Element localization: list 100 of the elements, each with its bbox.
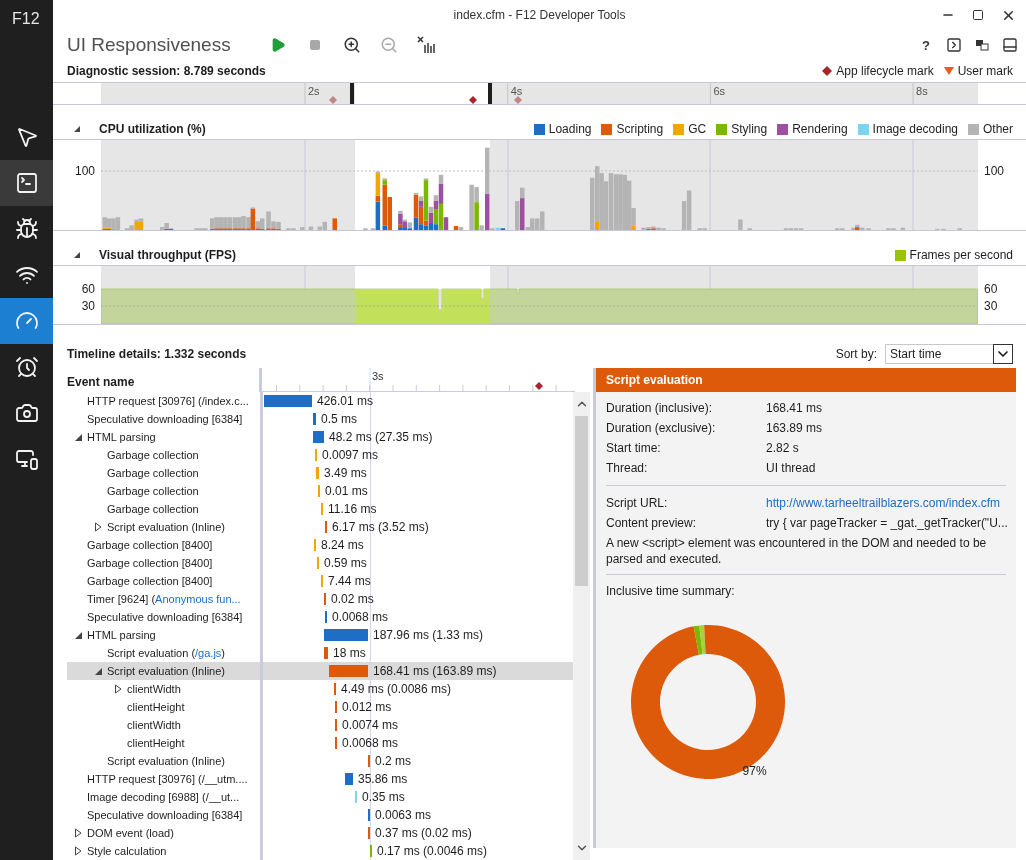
script-link[interactable]: http://www.tarheeltrailblazers.com/index.cfm — [766, 496, 1006, 510]
duration-bar — [313, 431, 324, 443]
duration-bar — [329, 665, 368, 677]
event-name: Script evaluation (/ga.js) — [107, 647, 225, 659]
duration-label: 0.2 ms — [375, 754, 411, 768]
event-name: clientWidth — [127, 719, 181, 731]
cpu-bar — [300, 227, 305, 230]
legend-label: Styling — [731, 122, 768, 136]
panel-icon — [1002, 37, 1018, 53]
event-link[interactable]: /ga.js — [195, 647, 222, 659]
event-name: Script evaluation (Inline) — [107, 665, 225, 677]
details-title: Script evaluation — [596, 368, 1016, 392]
slice-label: 97% — [742, 763, 767, 778]
duration-label: 0.59 ms — [324, 556, 367, 570]
cpu-bar — [332, 218, 337, 230]
duration-label: 168.41 ms (163.89 ms) — [373, 664, 497, 678]
expander-icon[interactable] — [113, 684, 123, 694]
field-label: Thread: — [606, 461, 649, 475]
legend-label: Scripting — [616, 122, 664, 136]
duration-bar — [324, 647, 328, 659]
expander-icon[interactable] — [73, 828, 83, 838]
event-link[interactable]: Anonymous fun... — [155, 593, 241, 605]
duration-label: 0.0074 ms — [342, 718, 399, 732]
event-name: Garbage collection — [107, 503, 199, 515]
duration-bar — [264, 395, 312, 407]
duration-label: 0.01 ms — [325, 484, 368, 498]
maximize-icon — [972, 9, 984, 21]
event-name: Script evaluation (Inline) — [107, 521, 225, 533]
description-text: A new <script> element was encountered in the DOM and needed to be parsed and executed. — [606, 535, 988, 567]
event-row[interactable]: Script evaluation (Inline) 168.41 ms (163.89 ms) — [67, 662, 573, 680]
legend-label: Loading — [548, 122, 592, 136]
expander-icon[interactable] — [73, 630, 83, 640]
event-name: clientHeight — [127, 701, 185, 713]
legend-label: Other — [983, 122, 1013, 136]
event-name: Style calculation — [87, 845, 167, 857]
windows-icon — [975, 39, 989, 51]
event-name: HTML parsing — [87, 629, 156, 641]
expander-icon[interactable] — [73, 846, 83, 856]
session-label: Diagnostic session: 8.789 seconds — [67, 64, 266, 78]
alarm-clock-icon — [14, 355, 39, 379]
duration-label: 0.5 ms — [321, 412, 357, 426]
zoom-out-icon — [380, 36, 398, 54]
field-label: Script URL: — [606, 496, 669, 510]
session-ruler[interactable]: 2s 4s 6s 8s — [101, 83, 978, 104]
collapse-icon[interactable] — [73, 125, 81, 133]
event-name: HTML parsing — [87, 431, 156, 443]
stop-icon — [309, 39, 321, 51]
legend-label: User mark — [957, 64, 1013, 78]
legend-label: Rendering — [792, 122, 848, 136]
summary-label: Inclusive time summary: — [606, 584, 736, 598]
window-title: index.cfm - F12 Developer Tools — [453, 8, 626, 22]
field-value: 168.41 ms — [766, 401, 824, 415]
expander-icon[interactable] — [93, 666, 103, 676]
terminal-icon — [14, 171, 39, 195]
sort-select[interactable]: Start time — [885, 344, 1013, 364]
event-name: Image decoding [6988] (/__ut... — [87, 791, 240, 803]
monitor-phone-icon — [14, 447, 39, 471]
sidebar-tab[interactable] — [0, 160, 53, 206]
duration-label: 0.02 ms — [331, 592, 374, 606]
field-value: try { var pageTracker = _gat._getTracker("U... — [766, 516, 1008, 530]
expander-icon[interactable] — [93, 522, 103, 532]
duration-label: 0.0068 ms — [332, 610, 389, 624]
duration-label: 0.012 ms — [342, 700, 392, 714]
field-value: 2.82 s — [766, 441, 800, 455]
duration-label: 48.2 ms (27.35 ms) — [329, 430, 433, 444]
bar-chart-x-icon — [417, 36, 435, 54]
scrollbar[interactable] — [573, 392, 590, 860]
duration-label: 11.16 ms — [328, 502, 377, 516]
event-name: Garbage collection [8400] — [87, 557, 213, 569]
duration-label: 187.96 ms (1.33 ms) — [373, 628, 484, 642]
legend-label: GC — [688, 122, 707, 136]
legend-label: App lifecycle mark — [836, 64, 934, 78]
axis-label: 60 — [984, 282, 998, 296]
axis-label: 30 — [984, 299, 998, 313]
event-name: Script evaluation (Inline) — [107, 755, 225, 767]
legend-label: Frames per second — [909, 248, 1013, 262]
duration-label: 18 ms — [333, 646, 366, 660]
console-icon — [946, 37, 962, 53]
duration-label: 0.0068 ms — [342, 736, 399, 750]
cpu-bar — [308, 226, 314, 230]
scroll-thumb[interactable] — [575, 416, 588, 586]
duration-label: 0.37 ms (0.02 ms) — [375, 826, 472, 840]
time-ruler: 3s — [259, 368, 575, 392]
event-name: Speculative downloading [6384] — [87, 611, 243, 623]
duration-label: 0.0063 ms — [375, 808, 432, 822]
expander-icon[interactable] — [73, 432, 83, 442]
app-title: F12 — [12, 10, 40, 27]
section-title: Visual throughput (FPS) — [99, 248, 237, 262]
axis-label: 60 — [81, 282, 95, 296]
duration-label: 0.17 ms (0.0046 ms) — [377, 844, 488, 858]
collapse-icon[interactable] — [73, 251, 81, 259]
event-name: Speculative downloading [6384] — [87, 809, 243, 821]
help-button[interactable]: ? — [914, 33, 938, 57]
field-label: Duration (exclusive): — [606, 421, 717, 435]
duration-label: 426.01 ms — [317, 394, 374, 408]
duration-bar — [316, 467, 319, 479]
duration-bar — [345, 773, 353, 785]
section-title: CPU utilization (%) — [99, 122, 206, 136]
field-label: Content preview: — [606, 516, 698, 530]
event-name: HTTP request [30976] (/index.c... — [87, 395, 249, 407]
